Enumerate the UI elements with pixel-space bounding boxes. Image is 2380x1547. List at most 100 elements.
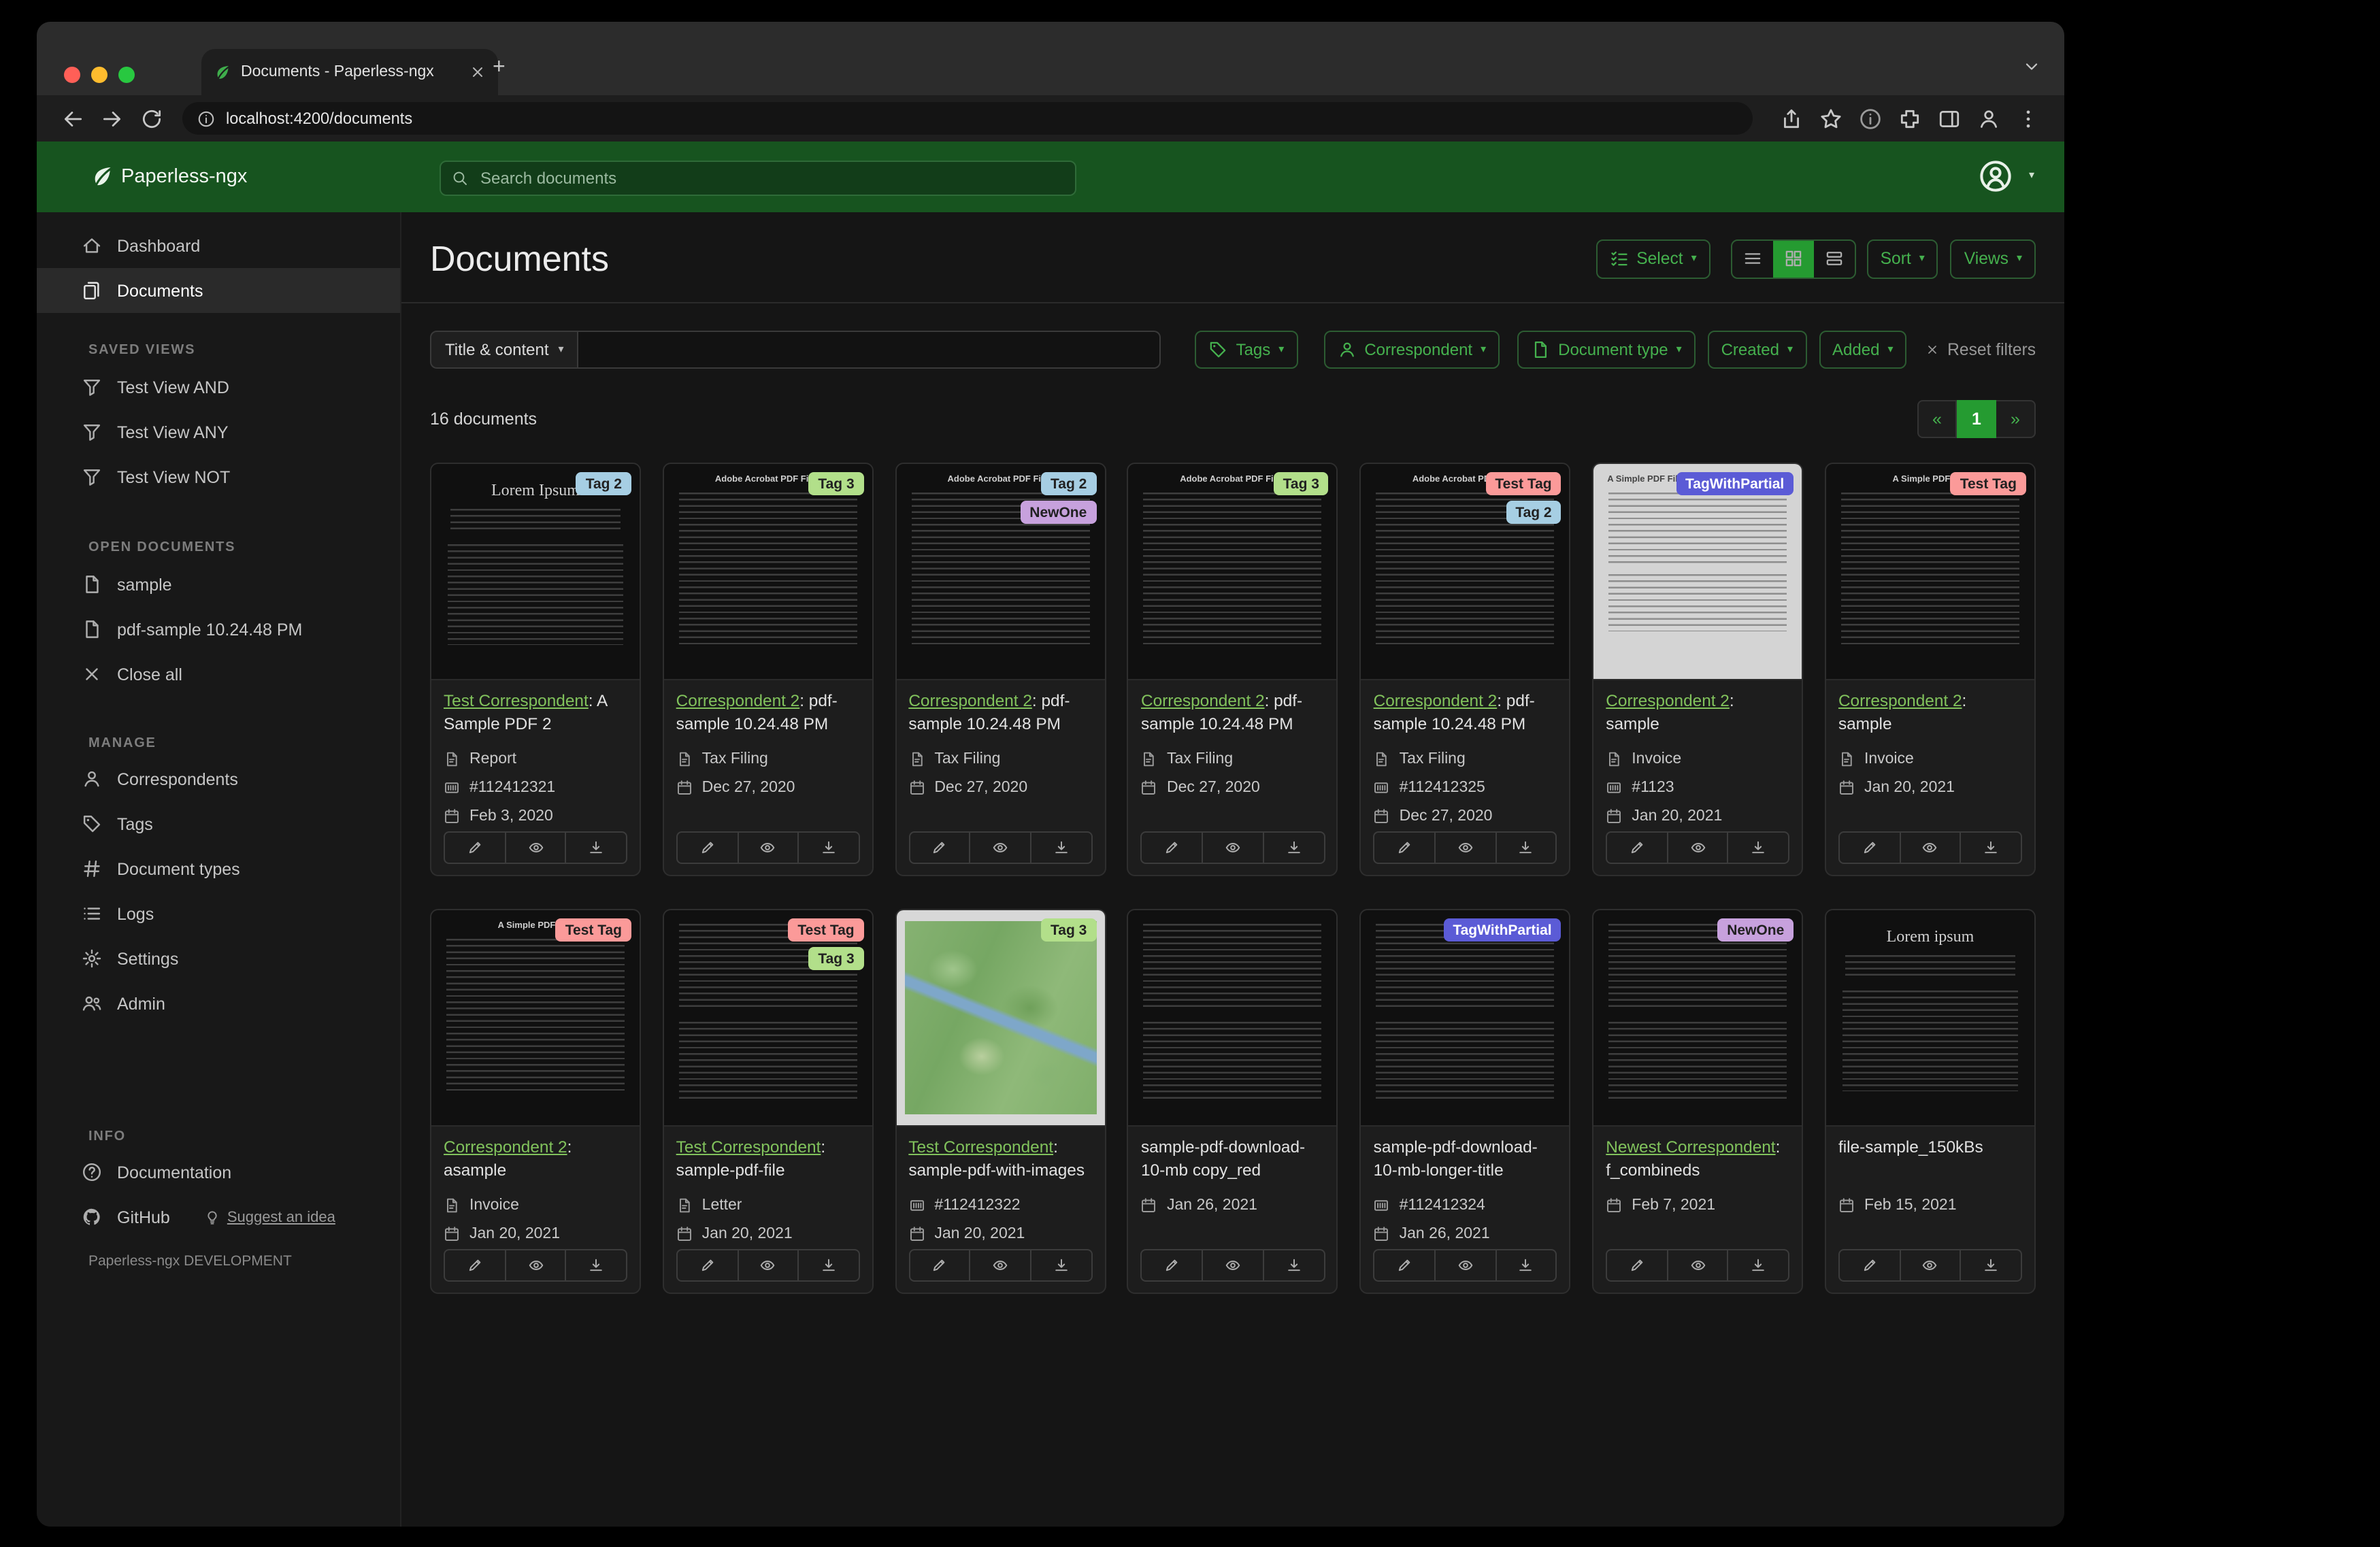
download-button[interactable]: [799, 1249, 860, 1282]
document-card[interactable]: Adobe Acrobat PDF Files Tag 2 NewOne Corres…: [895, 463, 1106, 876]
sidebar-item-documents[interactable]: Documents: [37, 268, 400, 313]
share-icon[interactable]: [1780, 107, 1803, 130]
tag-badge[interactable]: Test Tag: [788, 918, 864, 942]
close-window-button[interactable]: [64, 67, 80, 83]
document-thumbnail[interactable]: Adobe Acrobat PDF Files Tag 2 NewOne: [896, 464, 1105, 680]
tag-badge[interactable]: NewOne: [1717, 918, 1794, 942]
tag-badge[interactable]: Tag 3: [1041, 918, 1097, 942]
tag-badge[interactable]: Tag 2: [576, 472, 631, 495]
tag-badge[interactable]: TagWithPartial: [1676, 472, 1794, 495]
sidebar-item-open-doc-pdf-sample[interactable]: pdf-sample 10.24.48 PM: [37, 607, 400, 652]
download-button[interactable]: [799, 831, 860, 864]
list-view-button[interactable]: [1732, 240, 1773, 277]
download-button[interactable]: [566, 831, 628, 864]
reload-icon[interactable]: [140, 107, 163, 130]
document-thumbnail[interactable]: Adobe Acrobat PDF Files Tag 3: [663, 464, 872, 680]
sidebar-item-dashboard[interactable]: Dashboard: [37, 223, 400, 268]
grid-view-button[interactable]: [1772, 240, 1814, 277]
view-button[interactable]: [1435, 1249, 1497, 1282]
created-filter-button[interactable]: Created: [1707, 331, 1807, 369]
tags-filter-button[interactable]: Tags: [1195, 331, 1298, 369]
document-thumbnail[interactable]: A Simple PDF File TagWithPartial: [1593, 464, 1802, 680]
document-thumbnail[interactable]: NewOne: [1593, 910, 1802, 1127]
sidebar-item-correspondents[interactable]: Correspondents: [37, 756, 400, 801]
correspondent-link[interactable]: Correspondent 2: [676, 691, 800, 710]
view-button[interactable]: [506, 831, 567, 864]
view-button[interactable]: [1435, 831, 1497, 864]
correspondent-link[interactable]: Test Correspondent: [676, 1137, 821, 1157]
download-button[interactable]: [1728, 1249, 1790, 1282]
correspondent-link[interactable]: Correspondent 2: [444, 1137, 567, 1157]
edit-button[interactable]: [676, 1249, 738, 1282]
back-icon[interactable]: [61, 107, 84, 130]
edit-button[interactable]: [1140, 831, 1204, 864]
correspondent-link[interactable]: Correspondent 2: [908, 691, 1032, 710]
document-type-filter-button[interactable]: Document type: [1517, 331, 1696, 369]
document-card[interactable]: A Simple PDF File Test Tag Correspondent 2…: [1824, 463, 2036, 876]
sidebar-item-tags[interactable]: Tags: [37, 801, 400, 846]
tag-badge[interactable]: Test Tag: [1485, 472, 1561, 495]
edit-button[interactable]: [1140, 1249, 1204, 1282]
tag-badge[interactable]: Test Tag: [555, 918, 631, 942]
view-button[interactable]: [1668, 831, 1729, 864]
document-card[interactable]: A Simple PDF File Test Tag Correspondent 2…: [430, 909, 641, 1294]
previous-page-button[interactable]: «: [1917, 400, 1957, 438]
document-thumbnail[interactable]: Lorem ipsum: [1825, 910, 2034, 1127]
download-button[interactable]: [1031, 831, 1093, 864]
sidebar-item-logs[interactable]: Logs: [37, 891, 400, 936]
current-page-button[interactable]: 1: [1957, 400, 1996, 438]
new-tab-button[interactable]: +: [493, 56, 506, 79]
view-button[interactable]: [506, 1249, 567, 1282]
detail-view-button[interactable]: [1814, 240, 1855, 277]
user-avatar-icon[interactable]: [1979, 159, 2013, 193]
site-info-icon[interactable]: [197, 110, 215, 127]
edit-button[interactable]: [676, 831, 738, 864]
document-thumbnail[interactable]: Test Tag Tag 3: [663, 910, 872, 1127]
tag-badge[interactable]: Tag 3: [1273, 472, 1329, 495]
document-thumbnail[interactable]: Lorem Ipsum Tag 2: [431, 464, 640, 680]
document-card[interactable]: TagWithPartial sample-pdf-download-10-mb-…: [1359, 909, 1571, 1294]
minimize-window-button[interactable]: [91, 67, 108, 83]
sidebar-item-test-view-not[interactable]: Test View NOT: [37, 454, 400, 499]
correspondent-filter-button[interactable]: Correspondent: [1323, 331, 1500, 369]
document-thumbnail[interactable]: Adobe Acrobat PDF Files Test Tag Tag 2: [1361, 464, 1570, 680]
document-card[interactable]: Lorem ipsum file-sample_150kBs Feb 15, 202…: [1824, 909, 2036, 1294]
view-button[interactable]: [1668, 1249, 1729, 1282]
download-button[interactable]: [1961, 1249, 2022, 1282]
filter-field-dropdown[interactable]: Title & content: [430, 331, 579, 369]
views-button[interactable]: Views: [1950, 239, 2036, 278]
edit-button[interactable]: [908, 1249, 971, 1282]
document-card[interactable]: Test Tag Tag 3 Test Correspondent: sample-…: [662, 909, 874, 1294]
document-card[interactable]: Adobe Acrobat PDF Files Tag 3 Corresponden…: [662, 463, 874, 876]
correspondent-link[interactable]: Correspondent 2: [1606, 691, 1730, 710]
download-button[interactable]: [1496, 1249, 1557, 1282]
document-thumbnail[interactable]: Tag 3: [896, 910, 1105, 1127]
document-thumbnail[interactable]: A Simple PDF File Test Tag: [431, 910, 640, 1127]
download-button[interactable]: [1263, 1249, 1325, 1282]
tag-badge[interactable]: Tag 2: [1506, 501, 1561, 524]
sidebar-item-close-all[interactable]: Close all: [37, 652, 400, 697]
edit-button[interactable]: [444, 1249, 506, 1282]
view-button[interactable]: [970, 831, 1031, 864]
view-button[interactable]: [738, 831, 799, 864]
tab-search-chevron-icon[interactable]: [2022, 57, 2041, 76]
download-button[interactable]: [1031, 1249, 1093, 1282]
edit-button[interactable]: [1606, 1249, 1668, 1282]
edit-button[interactable]: [1373, 1249, 1436, 1282]
edit-button[interactable]: [444, 831, 506, 864]
global-search[interactable]: [440, 161, 1076, 196]
browser-tab[interactable]: Documents - Paperless-ngx: [201, 49, 498, 95]
correspondent-link[interactable]: Correspondent 2: [1141, 691, 1265, 710]
view-button[interactable]: [738, 1249, 799, 1282]
sidebar-item-admin[interactable]: Admin: [37, 981, 400, 1026]
correspondent-link[interactable]: Correspondent 2: [1374, 691, 1498, 710]
sort-button[interactable]: Sort: [1866, 239, 1938, 278]
view-button[interactable]: [970, 1249, 1031, 1282]
browser-menu-icon[interactable]: [2017, 107, 2040, 130]
tab-close-icon[interactable]: [469, 64, 486, 80]
download-button[interactable]: [1961, 831, 2022, 864]
sidebar-item-document-types[interactable]: Document types: [37, 846, 400, 891]
correspondent-link[interactable]: Test Correspondent: [908, 1137, 1053, 1157]
bookmark-star-icon[interactable]: [1819, 107, 1842, 130]
sidebar-item-test-view-and[interactable]: Test View AND: [37, 365, 400, 410]
